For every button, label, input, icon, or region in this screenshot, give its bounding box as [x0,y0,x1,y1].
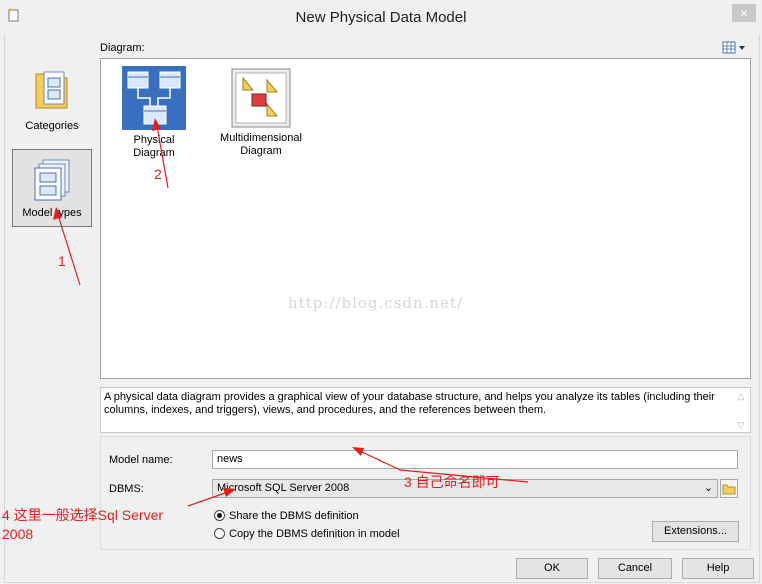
watermark: http://blog.csdn.net/ [288,294,464,312]
dbms-selected-value: Microsoft SQL Server 2008 [217,482,350,494]
view-mode-button[interactable] [722,40,750,56]
close-button[interactable]: × [732,4,756,22]
list-view-icon [722,41,745,54]
chevron-down-icon: ⌄ [703,482,713,494]
sidebar-item-label: Model types [22,207,82,219]
title-bar: New Physical Data Model × [0,0,762,34]
tile-label: Physical Diagram [133,134,175,159]
description-box: A physical data diagram provides a graph… [100,387,751,433]
tile-label: Multidimensional Diagram [220,132,302,157]
scroll-down-icon[interactable]: ▽ [734,419,748,432]
radio-unchecked-icon [214,528,225,539]
diagram-panel [100,58,751,379]
radio-share-dbms[interactable]: Share the DBMS definition [214,510,359,522]
physical-diagram-icon [122,66,186,130]
folder-icon [722,484,736,495]
help-button[interactable]: Help [682,558,754,579]
diagram-label: Diagram: [100,42,145,54]
sidebar-item-label: Categories [25,120,79,132]
categories-icon [35,71,68,109]
annotation-3: 3 自己命名即可 [404,474,500,490]
tile-multidimensional-diagram[interactable]: Multidimensional Diagram [220,66,302,158]
model-types-icon [34,159,70,201]
model-name-label: Model name: [109,454,173,466]
dbms-label: DBMS: [109,483,144,495]
cancel-button[interactable]: Cancel [598,558,672,579]
dbms-browse-button[interactable] [720,479,738,498]
description-scrollbar[interactable]: △ ▽ [734,390,748,430]
tile-physical-diagram[interactable]: Physical Diagram [112,66,196,160]
annotation-2: 2 [154,166,162,182]
annotation-1: 1 [58,253,66,269]
scroll-up-icon[interactable]: △ [734,390,748,403]
window-title: New Physical Data Model [295,9,467,26]
radio-copy-dbms[interactable]: Copy the DBMS definition in model [214,528,400,540]
multidimensional-diagram-icon [231,68,291,128]
radio-label: Share the DBMS definition [229,510,359,522]
radio-checked-icon [214,510,225,521]
extensions-button[interactable]: Extensions... [652,521,739,542]
sidebar-item-model-types[interactable]: Model types [12,149,92,227]
model-name-input[interactable]: news [212,450,738,469]
description-text: A physical data diagram provides a graph… [104,391,715,416]
radio-label: Copy the DBMS definition in model [229,528,400,540]
annotation-4: 4 这里一般选择Sql Server 2008 [2,507,164,542]
ok-button[interactable]: OK [516,558,588,579]
sidebar-item-categories[interactable]: Categories [12,62,92,140]
